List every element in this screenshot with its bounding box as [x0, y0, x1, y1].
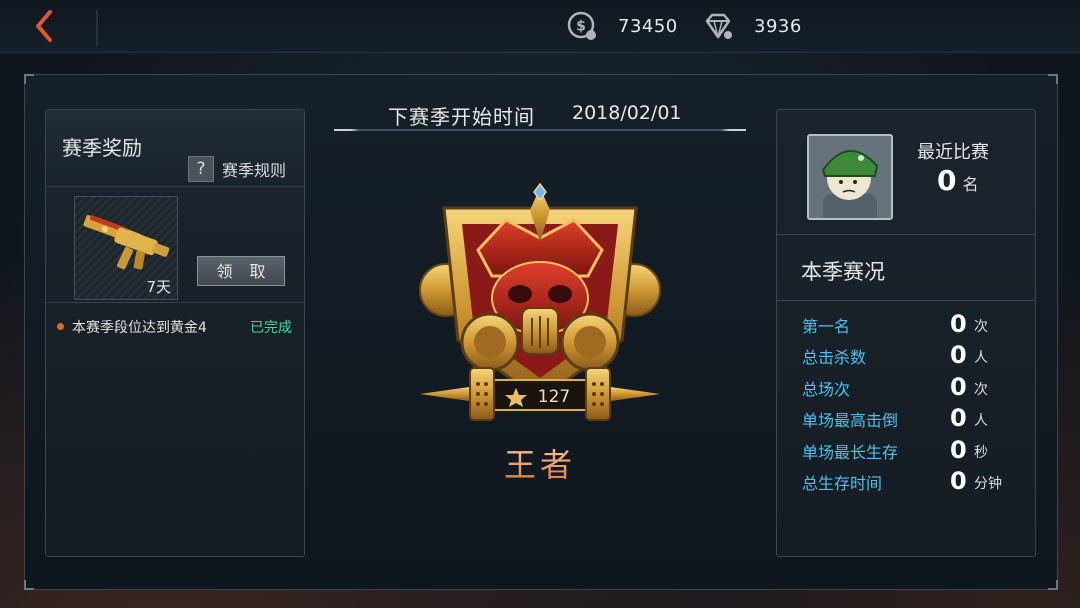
stat-row: 单场最高击倒 0 人: [777, 404, 1035, 435]
season-rules-button[interactable]: ? 赛季规则: [188, 156, 286, 182]
topbar-divider: [96, 10, 98, 46]
stat-unit: 秒: [974, 444, 988, 461]
panel-divider: [777, 234, 1035, 235]
question-icon: ?: [188, 156, 214, 182]
avatar[interactable]: [807, 134, 893, 220]
stat-value: 0: [950, 341, 967, 370]
season-stats-title: 本季赛况: [801, 260, 885, 284]
next-season-date: 2018/02/01: [572, 102, 682, 124]
player-stats-panel: 最近比赛 0 名 本季赛况 第一名 0 次 总击杀数 0 人 总场次 0 次 单…: [776, 109, 1036, 557]
task-status: 已完成: [250, 320, 292, 336]
stat-row: 第一名 0 次: [777, 310, 1035, 341]
stat-label: 第一名: [802, 317, 851, 336]
frame-corner: [1048, 580, 1058, 590]
stat-value: 0: [950, 435, 967, 464]
next-season-banner: 下赛季开始时间 2018/02/01: [334, 95, 746, 131]
panel-divider: [777, 300, 1035, 301]
stat-value: 0: [950, 466, 967, 495]
season-rules-label: 赛季规则: [222, 161, 287, 180]
stat-unit: 次: [974, 381, 988, 398]
stat-label: 总生存时间: [802, 473, 883, 493]
recent-rank-unit: 名: [962, 175, 979, 194]
recent-match-rank: 0 名: [937, 164, 979, 197]
task-item: 本赛季段位达到黄金4 已完成: [46, 310, 304, 344]
diamond-balance: 3936: [702, 8, 802, 44]
rank-emblem[interactable]: 127: [416, 180, 664, 428]
stat-label: 总场次: [802, 379, 851, 399]
season-rewards-title: 赛季奖励: [62, 136, 142, 160]
claim-button[interactable]: 领 取: [197, 256, 285, 286]
stat-label: 单场最高击倒: [802, 411, 899, 431]
back-button[interactable]: [28, 6, 72, 46]
reward-duration: 7天: [146, 278, 171, 296]
banner-underline: [334, 129, 746, 131]
top-bar: $ 73450 3936: [0, 0, 1080, 53]
task-text: 本赛季段位达到黄金4: [72, 320, 207, 336]
coin-icon: $: [567, 11, 596, 40]
stat-row: 总生存时间 0 分钟: [777, 467, 1035, 498]
reward-item[interactable]: 7天: [74, 196, 178, 300]
stat-row: 单场最长生存 0 秒: [777, 436, 1035, 467]
frame-corner: [24, 580, 34, 590]
season-rewards-panel: 赛季奖励 ? 赛季规则 7天 领 取 本赛季段位达到黄金4 已完成: [45, 109, 305, 557]
stat-row: 总击杀数 0 人: [777, 341, 1035, 372]
stat-value: 0: [950, 310, 967, 338]
diamond-amount: 3936: [754, 15, 802, 37]
rank-name: 王者: [440, 440, 640, 486]
stat-unit: 分钟: [974, 475, 1002, 492]
recent-rank-value: 0: [937, 164, 957, 197]
diamond-icon: [705, 13, 732, 39]
next-season-label: 下赛季开始时间: [388, 105, 535, 129]
king-rank-emblem-icon: 127: [419, 182, 661, 421]
stat-label: 单场最长生存: [802, 442, 899, 462]
coin-amount: 73450: [618, 15, 678, 37]
stat-label: 总击杀数: [802, 348, 867, 368]
stat-unit: 人: [974, 350, 988, 367]
stat-value: 0: [950, 372, 967, 401]
reward-row: 7天 领 取: [46, 186, 304, 303]
svg-text:$: $: [576, 19, 586, 35]
chevron-left-icon: [36, 10, 52, 42]
coin-balance: $ 73450: [566, 8, 678, 44]
recent-match-label: 最近比赛: [917, 142, 989, 163]
stat-unit: 次: [974, 319, 988, 335]
stat-value: 0: [950, 404, 967, 433]
season-stats-list: 第一名 0 次 总击杀数 0 人 总场次 0 次 单场最高击倒 0 人 单场最长…: [777, 310, 1035, 498]
stat-row: 总场次 0 次: [777, 373, 1035, 404]
frame-corner: [24, 74, 34, 84]
stat-unit: 人: [974, 413, 988, 430]
frame-corner: [1048, 74, 1058, 84]
rank-stars-count: 127: [538, 387, 570, 407]
bullet-icon: [57, 323, 64, 330]
season-rewards-header: 赛季奖励 ? 赛季规则: [46, 110, 304, 187]
soldier-avatar-icon: [809, 136, 891, 218]
